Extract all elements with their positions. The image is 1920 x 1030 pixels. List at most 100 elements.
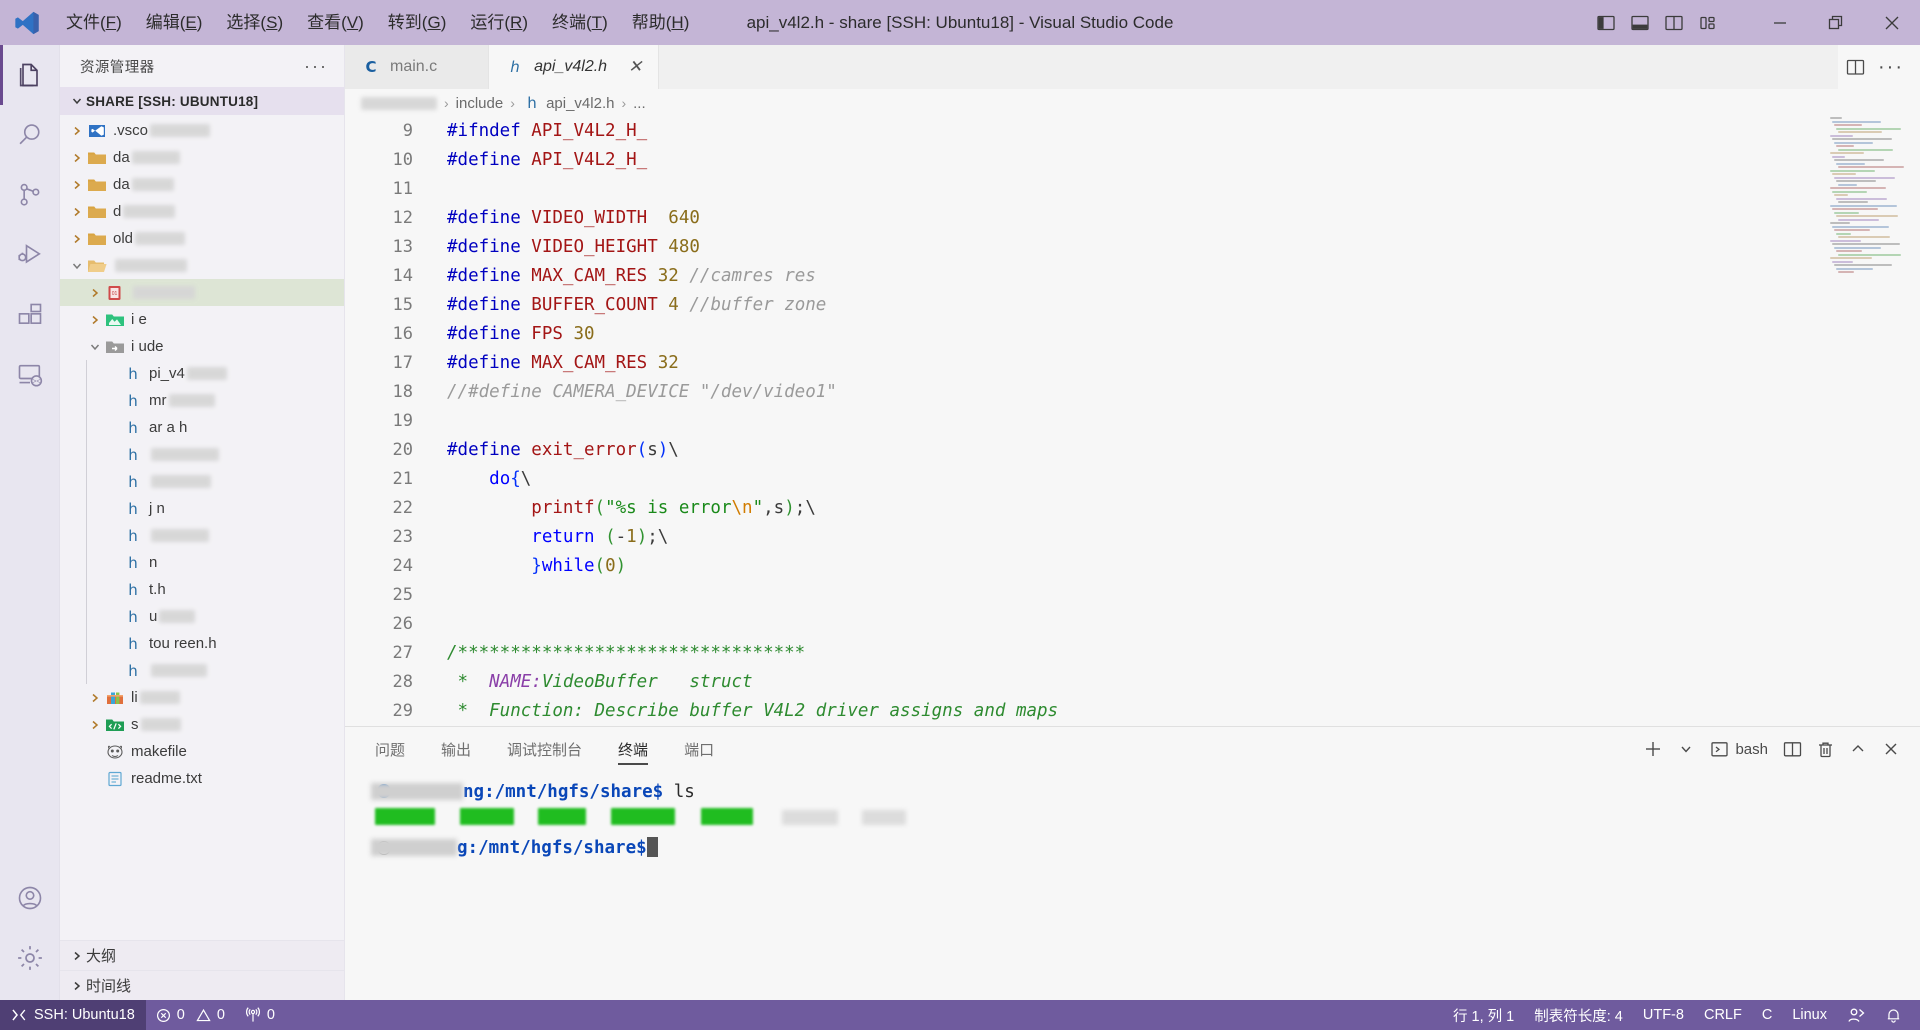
- tree-item[interactable]: .vsco: [60, 117, 344, 144]
- tree-item[interactable]: makefile: [60, 738, 344, 765]
- svg-text:h: h: [128, 365, 138, 383]
- tree-item[interactable]: h t.h: [60, 576, 344, 603]
- activity-remote-explorer-icon[interactable]: ><: [0, 345, 60, 405]
- sidebar-section-outline[interactable]: 大纲: [60, 940, 344, 970]
- tree-item[interactable]: h n: [60, 549, 344, 576]
- activity-source-control-icon[interactable]: [0, 165, 60, 225]
- code-editor[interactable]: 9 #ifndef API_V4L2_H_ 10 #define API_V4L2_H…: [345, 117, 1920, 726]
- activity-manage-settings-icon[interactable]: [0, 928, 60, 988]
- tree-item[interactable]: readme.txt: [60, 765, 344, 792]
- chevron-right-icon[interactable]: [68, 206, 86, 218]
- close-window-button[interactable]: [1864, 0, 1920, 45]
- workspace-folder-header[interactable]: SHARE [SSH: UBUNTU18]: [60, 87, 344, 115]
- chevron-right-icon[interactable]: [86, 692, 104, 704]
- chevron-right-icon[interactable]: [68, 179, 86, 191]
- activity-search-icon[interactable]: [0, 105, 60, 165]
- new-terminal-icon[interactable]: [1638, 734, 1668, 764]
- tree-item[interactable]: li: [60, 684, 344, 711]
- terminal-output[interactable]: ng:/mnt/hgfs/share$ ls g:/mnt/hgfs/share: [345, 771, 1920, 1030]
- panel-tab[interactable]: 问题: [375, 727, 405, 771]
- menu-item-3[interactable]: 查看(V): [295, 8, 376, 38]
- chevron-down-icon[interactable]: [68, 260, 86, 272]
- tree-item[interactable]: da: [60, 144, 344, 171]
- tree-item[interactable]: hj n: [60, 495, 344, 522]
- editor-tab-label: main.c: [390, 58, 438, 75]
- activity-accounts-icon[interactable]: [0, 868, 60, 928]
- minimize-button[interactable]: [1752, 0, 1808, 45]
- tree-item[interactable]: s: [60, 711, 344, 738]
- file-tree[interactable]: .vsco da da d old 01 i ei ude h pi_v4 h mr h ar a h…: [60, 115, 344, 940]
- tree-item[interactable]: h ar a h: [60, 414, 344, 441]
- tree-item[interactable]: old: [60, 225, 344, 252]
- panel-tab[interactable]: 调试控制台: [507, 727, 582, 771]
- toggle-panel-icon[interactable]: [1624, 7, 1656, 39]
- tree-item[interactable]: [60, 252, 344, 279]
- chevron-down-icon[interactable]: [86, 341, 104, 353]
- breadcrumb-item[interactable]: [361, 95, 437, 112]
- activity-extensions-icon[interactable]: [0, 285, 60, 345]
- code-line: 28 * NAME:VideoBuffer struct: [345, 668, 1920, 697]
- split-terminal-icon[interactable]: [1777, 734, 1807, 764]
- tree-item[interactable]: h mr: [60, 387, 344, 414]
- panel-tab[interactable]: 终端: [618, 727, 649, 771]
- redacted-file-entry: [862, 810, 907, 825]
- toggle-secondary-sidebar-icon[interactable]: [1658, 7, 1690, 39]
- customize-layout-icon[interactable]: [1692, 7, 1724, 39]
- chevron-right-icon[interactable]: [86, 314, 104, 326]
- tree-item[interactable]: h u: [60, 603, 344, 630]
- maximize-restore-button[interactable]: [1808, 0, 1864, 45]
- minimap[interactable]: [1830, 117, 1904, 726]
- activity-run-debug-icon[interactable]: [0, 225, 60, 285]
- tree-item[interactable]: i ude: [60, 333, 344, 360]
- tree-item[interactable]: 01: [60, 279, 344, 306]
- tree-item[interactable]: h: [60, 441, 344, 468]
- menu-item-7[interactable]: 帮助(H): [620, 8, 702, 38]
- chevron-right-icon[interactable]: [68, 152, 86, 164]
- editor-more-actions-icon[interactable]: ···: [1874, 50, 1908, 84]
- menu-item-2[interactable]: 选择(S): [214, 8, 295, 38]
- menu-item-0[interactable]: 文件(F): [54, 8, 134, 38]
- menu-item-6[interactable]: 终端(T): [540, 8, 620, 38]
- breadcrumb-item[interactable]: h api_v4l2.h: [522, 94, 614, 112]
- tree-item[interactable]: i e: [60, 306, 344, 333]
- close-panel-icon[interactable]: [1876, 734, 1906, 764]
- kill-terminal-icon[interactable]: [1810, 734, 1840, 764]
- breadcrumb-item[interactable]: ...: [633, 95, 646, 112]
- menu-item-5[interactable]: 运行(R): [458, 8, 540, 38]
- split-editor-icon[interactable]: [1838, 50, 1872, 84]
- tree-item[interactable]: h: [60, 657, 344, 684]
- menu-item-1[interactable]: 编辑(E): [134, 8, 215, 38]
- sidebar-section-timeline[interactable]: 时间线: [60, 970, 344, 1000]
- tree-item[interactable]: d: [60, 198, 344, 225]
- status-problems[interactable]: 0 0: [146, 1000, 235, 1030]
- indent-guide: [86, 387, 87, 414]
- chevron-right-icon[interactable]: [68, 125, 86, 137]
- tree-item[interactable]: h pi_v4: [60, 360, 344, 387]
- tree-item[interactable]: h: [60, 468, 344, 495]
- status-remote-indicator[interactable]: SSH: Ubuntu18: [0, 1000, 146, 1030]
- layout-controls: [1590, 7, 1724, 39]
- panel-tab[interactable]: 输出: [441, 727, 471, 771]
- toggle-primary-sidebar-icon[interactable]: [1590, 7, 1622, 39]
- breadcrumb-item[interactable]: include: [456, 95, 504, 112]
- active-terminal-selector[interactable]: bash: [1704, 734, 1774, 764]
- menu-item-4[interactable]: 转到(G): [376, 8, 459, 38]
- tree-item[interactable]: h: [60, 522, 344, 549]
- new-terminal-dropdown-icon[interactable]: [1671, 734, 1701, 764]
- explorer-more-actions-icon[interactable]: ···: [304, 56, 334, 77]
- chevron-right-icon[interactable]: [68, 233, 86, 245]
- chevron-right-icon[interactable]: [86, 719, 104, 731]
- editor-tab[interactable]: Cmain.c: [345, 45, 490, 89]
- editor-scrollbar[interactable]: [1906, 117, 1920, 726]
- chevron-right-icon[interactable]: [86, 287, 104, 299]
- tree-item[interactable]: h tou reen.h: [60, 630, 344, 657]
- tree-item[interactable]: da: [60, 171, 344, 198]
- panel-tab[interactable]: 端口: [684, 727, 714, 771]
- activity-explorer-icon[interactable]: [0, 45, 60, 105]
- minimap-line: [1830, 239, 1861, 242]
- status-radio-tower[interactable]: 0: [235, 1000, 285, 1030]
- close-tab-icon[interactable]: ✕: [626, 57, 644, 77]
- editor-tab[interactable]: h api_v4l2.h ✕: [489, 45, 660, 89]
- maximize-panel-icon[interactable]: [1843, 734, 1873, 764]
